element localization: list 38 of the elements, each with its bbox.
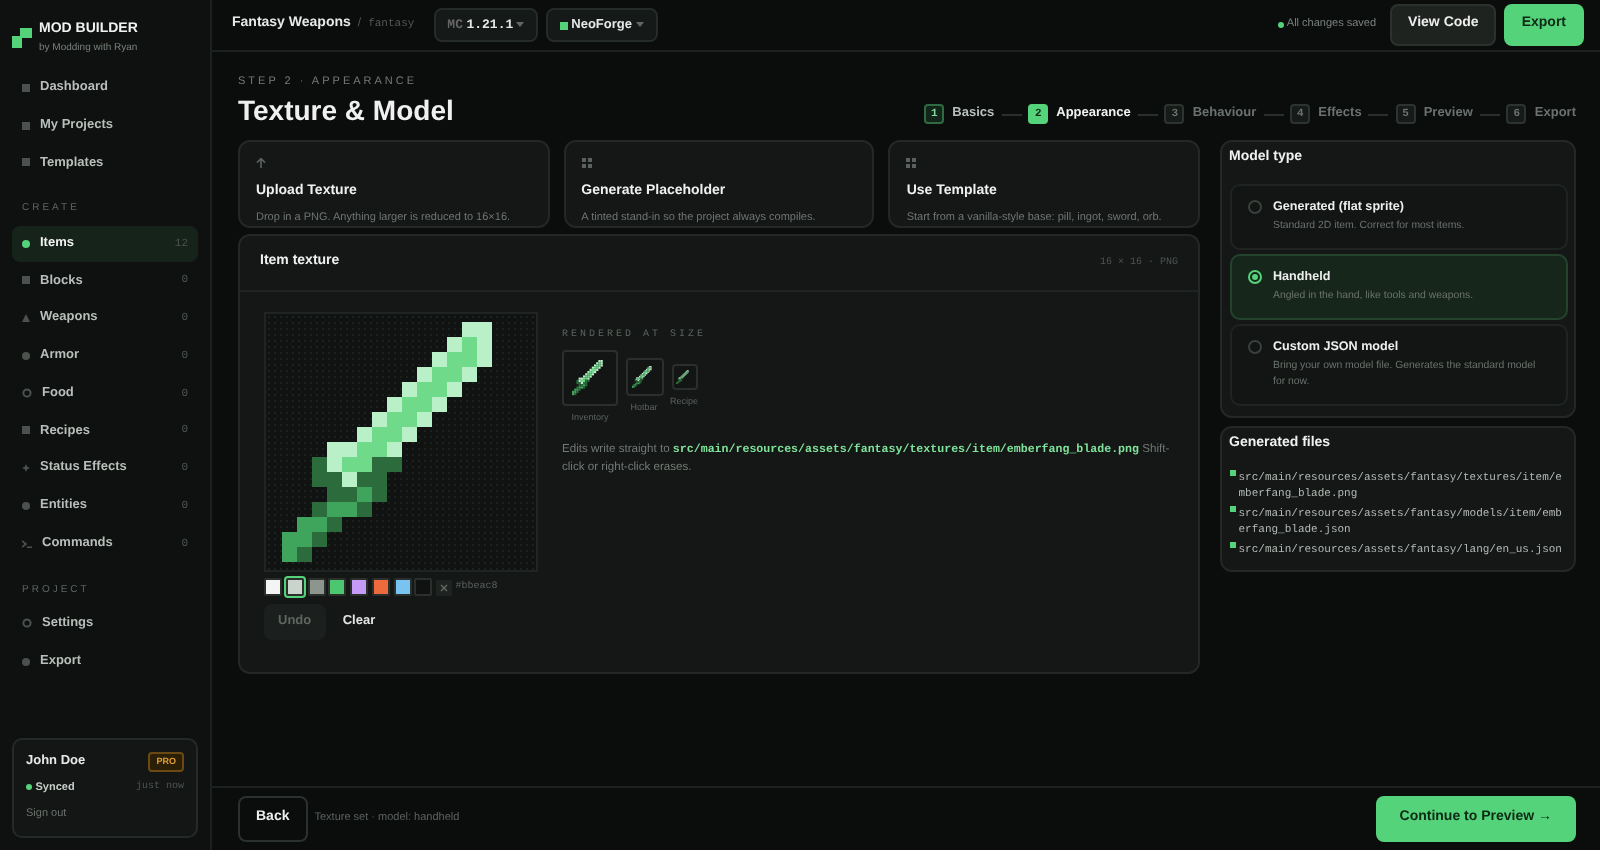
color-swatch[interactable] (393, 578, 411, 597)
pixel-canvas[interactable] (264, 311, 538, 572)
prompt-icon (22, 539, 32, 548)
color-swatch[interactable] (307, 578, 325, 597)
dot-icon (22, 657, 30, 666)
eraser-icon (436, 579, 452, 596)
square-icon (22, 276, 30, 285)
sparkle-icon (22, 464, 30, 473)
caret-icon (635, 22, 644, 28)
circle-icon (22, 388, 32, 399)
square-icon (22, 121, 30, 130)
square-icon (22, 426, 30, 435)
caret-icon (516, 22, 525, 28)
color-swatch[interactable] (328, 578, 347, 597)
color-swatch[interactable] (264, 578, 282, 597)
file-bullet-icon (1229, 542, 1235, 548)
dot-icon (22, 239, 30, 248)
logo-icon (12, 28, 32, 48)
square-icon (559, 21, 568, 29)
grid-icon (906, 158, 917, 169)
circle-icon (22, 618, 32, 629)
color-swatch[interactable] (350, 578, 368, 597)
color-swatch[interactable] (414, 578, 433, 597)
dot-icon (22, 351, 30, 360)
color-swatch[interactable] (371, 578, 390, 597)
square-icon (22, 158, 30, 167)
upload-icon (256, 158, 266, 169)
status-dot-icon (26, 784, 32, 791)
triangle-icon (22, 314, 30, 323)
grid-icon (581, 158, 592, 169)
page-title: Texture & Model (238, 92, 454, 131)
color-swatch[interactable] (285, 578, 304, 597)
square-icon (22, 83, 30, 92)
dot-icon (22, 501, 30, 510)
sword-icon (572, 359, 608, 396)
status-dot-icon (1277, 22, 1284, 28)
file-bullet-icon (1229, 469, 1235, 475)
file-bullet-icon (1229, 505, 1235, 512)
